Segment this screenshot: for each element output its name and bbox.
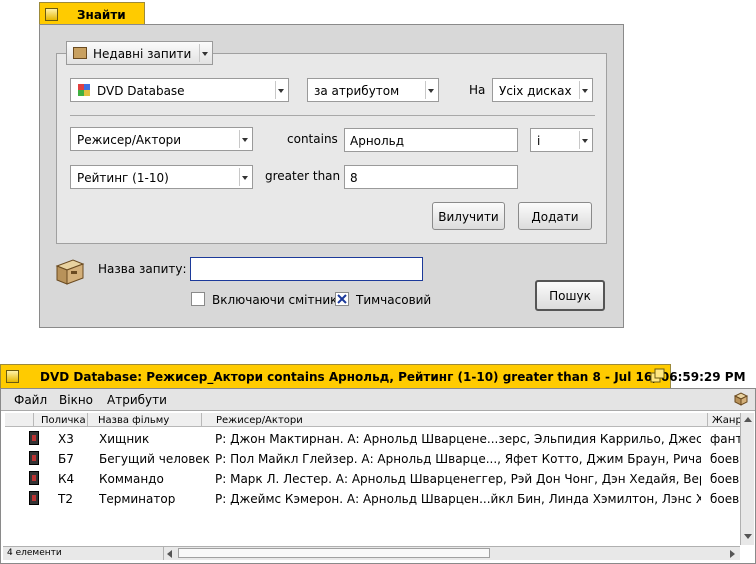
find-window-tab[interactable]: Знайти (39, 2, 145, 24)
box-icon (73, 47, 87, 59)
cell-genre: боев (710, 492, 740, 506)
operator-label-2: greater than (265, 169, 341, 183)
cell-title: Терминатор (99, 492, 176, 506)
cell-cast: Р: Джеймс Кэмерон. А: Арнольд Шварцен...… (215, 492, 701, 506)
table-row[interactable]: Т2 Терминатор Р: Джеймс Кэмерон. А: Арно… (7, 489, 741, 509)
horizontal-scrollbar[interactable] (163, 546, 740, 560)
chevron-down-icon (582, 139, 588, 143)
chevron-down-icon (202, 52, 208, 56)
chevron-down-icon (242, 176, 248, 180)
cell-cast: Р: Марк Л. Лестер. А: Арнольд Шварценегг… (215, 472, 701, 486)
disk-menu-label: Усіх дисках (499, 84, 572, 98)
column-shelf[interactable]: Поличка (41, 415, 86, 426)
table-row[interactable]: Х3 Хищник Р: Джон Мактирнан. А: Арнольд … (7, 429, 741, 449)
include-trash-checkbox[interactable] (191, 292, 205, 306)
query-name-label: Назва запиту: (98, 262, 187, 276)
column-cast[interactable]: Режисер/Актори (216, 415, 303, 426)
table-row[interactable]: К4 Коммандо Р: Марк Л. Лестер. А: Арноль… (7, 469, 741, 489)
menu-attributes[interactable]: Атрибути (107, 393, 167, 407)
volume-menu[interactable]: DVD Database (70, 78, 289, 102)
close-icon[interactable] (6, 370, 19, 383)
column-header: Поличка Назва фільму Режисер/Актори Жанр (5, 413, 742, 427)
remove-button-label: Вилучити (438, 210, 499, 224)
results-window-tab[interactable]: DVD Database: Режисер_Актори contains Ар… (0, 364, 746, 388)
results-window-title: DVD Database: Режисер_Актори contains Ар… (40, 370, 746, 384)
value-field-2[interactable]: 8 (344, 165, 518, 189)
package-icon[interactable] (733, 392, 749, 406)
cell-title: Коммандо (99, 472, 164, 486)
cell-genre: фант (710, 432, 740, 446)
search-mode-menu[interactable]: за атрибутом (307, 78, 439, 102)
chevron-down-icon (428, 89, 434, 93)
attribute-menu-1[interactable]: Режисер/Актори (70, 127, 253, 151)
scroll-down-icon[interactable] (744, 534, 752, 539)
recent-queries-menu[interactable]: Недавні запити (66, 41, 213, 65)
chevron-down-icon (278, 89, 284, 93)
temporary-label: Тимчасовий (356, 293, 432, 307)
cell-title: Бегущий человек (99, 452, 210, 466)
search-button-label: Пошук (549, 289, 591, 303)
column-genre[interactable]: Жанр (712, 415, 742, 426)
cell-shelf: Х3 (58, 432, 74, 446)
cell-shelf: Б7 (58, 452, 74, 466)
cell-title: Хищник (99, 432, 150, 446)
status-bar: 4 елементи (3, 546, 163, 560)
operator-label-1: contains (287, 132, 338, 146)
cell-genre: боев (710, 472, 740, 486)
cell-shelf: Т2 (58, 492, 73, 506)
include-trash-label: Включаючи смітник (212, 293, 338, 307)
dvd-database-icon (77, 83, 91, 97)
on-label: На (469, 83, 486, 97)
volume-menu-label: DVD Database (97, 84, 185, 98)
zoom-icon[interactable] (650, 368, 666, 384)
chevron-down-icon (582, 89, 588, 93)
dvd-icon (29, 471, 39, 485)
menu-window[interactable]: Вікно (59, 393, 93, 407)
add-button[interactable]: Додати (518, 202, 592, 230)
value-text-1: Арнольд (350, 134, 405, 148)
menu-bar: Файл Вікно Атрибути (1, 389, 755, 411)
file-cabinet-icon (53, 254, 87, 288)
dvd-icon (29, 491, 39, 505)
search-mode-label: за атрибутом (314, 84, 400, 98)
remove-button[interactable]: Вилучити (432, 202, 505, 230)
dvd-icon (29, 431, 39, 445)
add-button-label: Додати (531, 210, 579, 224)
combinator-menu[interactable]: і (530, 128, 593, 152)
scroll-left-icon[interactable] (167, 550, 172, 558)
disk-menu[interactable]: Усіх дисках (492, 78, 593, 102)
separator (70, 115, 595, 116)
recent-queries-label: Недавні запити (93, 47, 192, 61)
scroll-right-icon[interactable] (730, 550, 735, 558)
find-window-title: Знайти (77, 8, 126, 22)
combinator-label: і (537, 134, 541, 148)
item-count: 4 елементи (7, 548, 62, 558)
temporary-checkbox[interactable] (335, 292, 349, 306)
search-button[interactable]: Пошук (535, 280, 605, 311)
menu-file[interactable]: Файл (14, 393, 47, 407)
column-title[interactable]: Назва фільму (98, 415, 169, 426)
cell-cast: Р: Джон Мактирнан. А: Арнольд Шварцене..… (215, 432, 701, 446)
chevron-down-icon (242, 138, 248, 142)
value-text-2: 8 (350, 171, 358, 185)
dvd-icon (29, 451, 39, 465)
cell-shelf: К4 (58, 472, 75, 486)
close-icon[interactable] (45, 8, 58, 21)
results-window: Файл Вікно Атрибути Поличка Назва фільму… (0, 388, 756, 564)
attribute-label-2: Рейтинг (1-10) (77, 171, 169, 185)
vertical-scrollbar[interactable] (740, 413, 754, 545)
value-field-1[interactable]: Арнольд (344, 128, 518, 152)
attribute-menu-2[interactable]: Рейтинг (1-10) (70, 165, 253, 189)
find-window: Недавні запити DVD Database за атрибутом… (39, 24, 624, 328)
attribute-label-1: Режисер/Актори (77, 133, 182, 147)
scroll-up-icon[interactable] (744, 417, 752, 422)
check-icon (337, 294, 347, 304)
scroll-thumb[interactable] (178, 548, 490, 558)
query-name-field[interactable] (190, 257, 423, 281)
table-row[interactable]: Б7 Бегущий человек Р: Пол Майкл Глейзер.… (7, 449, 741, 469)
cell-cast: Р: Пол Майкл Глейзер. А: Арнольд Шварце.… (215, 452, 701, 466)
cell-genre: боев (710, 452, 740, 466)
